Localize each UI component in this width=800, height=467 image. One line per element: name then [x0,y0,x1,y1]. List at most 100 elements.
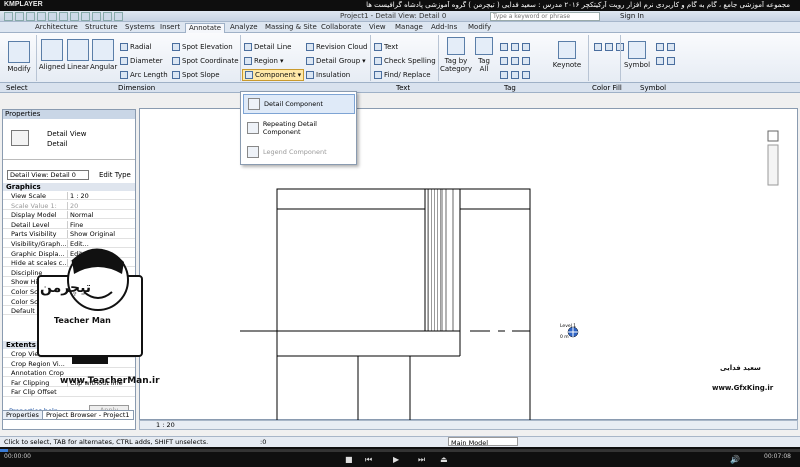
play-icon[interactable]: ▶ [393,455,399,464]
section-icon[interactable] [103,12,112,21]
symbol-button[interactable]: Symbol [622,41,652,69]
property-value[interactable]: 20 [67,201,133,210]
stair-tag-icon[interactable] [511,71,519,79]
property-row[interactable]: Scale Value 1: 20 [3,201,135,210]
radial-button[interactable]: Radial [120,43,152,51]
panel-text[interactable]: Text [396,84,410,92]
property-value[interactable]: Show Original [67,230,133,239]
view-reference-icon[interactable] [522,57,530,65]
check-spelling-button[interactable]: Check Spelling [374,57,436,65]
arc-length-button[interactable]: Arc Length [120,71,168,79]
tab-project-browser[interactable]: Project Browser - Project1 [42,410,134,420]
tab-analyze[interactable]: Analyze [227,23,261,33]
detail-component-item[interactable]: Detail Component [243,94,355,114]
previous-icon[interactable]: ⏮ [365,455,372,465]
tread-number-icon[interactable] [522,71,530,79]
area-reinforcement-icon[interactable] [667,57,675,65]
area-tag-icon[interactable] [522,43,530,51]
model-select[interactable]: Main Model [448,437,518,447]
spot-coordinate-button[interactable]: Spot Coordinate [172,57,239,65]
material-tag-icon[interactable] [511,43,519,51]
tag-all-button[interactable]: Tag All [474,37,494,73]
component-button[interactable]: Component ▾ [242,69,305,81]
property-value[interactable]: Normal [67,211,133,220]
level-value: 0 m [560,334,569,340]
tab-structure[interactable]: Structure [82,23,121,33]
edit-type-button[interactable]: Edit Type [99,171,131,179]
duct-legend-icon[interactable] [605,43,613,51]
save-icon[interactable] [26,12,35,21]
print-icon[interactable] [59,12,68,21]
tab-insert[interactable]: Insert [157,23,183,33]
tab-manage[interactable]: Manage [392,23,426,33]
diameter-button[interactable]: Diameter [120,57,163,65]
time-total: 00:07:08 [764,453,791,460]
panel-tag[interactable]: Tag [504,84,516,92]
tab-collaborate[interactable]: Collaborate [318,23,364,33]
panel-select[interactable]: Select [6,84,28,92]
type-selector[interactable]: Detail View Detail [3,120,135,160]
spot-elevation-button[interactable]: Spot Elevation [172,43,233,51]
angular-dimension-button[interactable]: Angular [90,39,117,71]
multi-category-icon[interactable] [500,43,508,51]
room-tag-icon[interactable] [500,57,508,65]
tab-add-ins[interactable]: Add-Ins [428,23,460,33]
undo-icon[interactable] [37,12,46,21]
spot-slope-button[interactable]: Spot Slope [172,71,220,79]
revision-cloud-button[interactable]: Revision Cloud [306,43,367,51]
seek-bar[interactable] [0,449,800,452]
detail-line-button[interactable]: Detail Line [244,43,291,51]
beam-annotation-icon[interactable] [500,71,508,79]
property-row[interactable]: View Scale 1 : 20 [3,192,135,201]
redo-icon[interactable] [48,12,57,21]
space-tag-icon[interactable] [511,57,519,65]
text-icon [374,43,382,51]
property-value[interactable]: Fine [67,220,133,229]
text-icon[interactable] [81,12,90,21]
crop-region [276,188,531,421]
keynote-button[interactable]: Keynote [552,41,582,69]
document-title: Project1 - Detail View: Detail 0 [340,12,447,20]
find-replace-button[interactable]: Find/ Replace [374,71,431,79]
property-value[interactable]: 1 : 20 [67,192,133,200]
measure-icon[interactable] [70,12,79,21]
3d-view-icon[interactable] [92,12,101,21]
panel-dimension[interactable]: Dimension [118,84,155,92]
search-input[interactable]: Type a keyword or phrase [490,12,600,21]
drawing-canvas[interactable]: Level 1 0 m سعید فدایی www.GfxKing.ir [139,108,798,421]
property-row[interactable]: Parts Visibility Show Original [3,230,135,239]
tab-properties[interactable]: Properties [2,410,43,420]
open-icon[interactable] [15,12,24,21]
span-direction-icon[interactable] [656,43,664,51]
repeating-detail-item[interactable]: Repeating Detail Component [243,118,355,138]
tab-architecture[interactable]: Architecture [32,23,81,33]
modify-button[interactable]: Modify [6,41,32,73]
text-button[interactable]: Text [374,43,398,51]
property-row[interactable]: Detail Level Fine [3,220,135,230]
linear-dimension-button[interactable]: Linear [66,39,90,71]
category-graphics[interactable]: Graphics [3,183,135,191]
instance-filter-select[interactable]: Detail View: Detail 0 [7,170,89,180]
tab-massing-site[interactable]: Massing & Site [262,23,320,33]
beam-symbol-icon[interactable] [667,43,675,51]
view-scale[interactable]: 1 : 20 [156,421,175,430]
aligned-dimension-button[interactable]: Aligned [38,39,66,71]
eject-icon[interactable]: ⏏ [440,455,448,464]
tab-annotate[interactable]: Annotate [185,23,226,33]
tag-by-category-button[interactable]: Tag by Category [440,37,472,73]
thin-lines-icon[interactable] [114,12,123,21]
tab-view[interactable]: View [366,23,389,33]
next-icon[interactable]: ⏭ [418,455,425,465]
sign-in-button[interactable]: Sign In [620,12,644,20]
stair-path-icon[interactable] [656,57,664,65]
property-row[interactable]: Display Model Normal [3,211,135,220]
detail-group-button[interactable]: Detail Group ▾ [306,57,366,65]
stop-icon[interactable]: ■ [345,455,353,464]
region-button[interactable]: Region ▾ [244,57,283,65]
app-menu-icon[interactable] [4,12,13,21]
insulation-button[interactable]: Insulation [306,71,350,79]
volume-icon[interactable]: 🔊 [730,455,740,464]
color-fill-legend-icon[interactable] [594,43,602,51]
tab-systems[interactable]: Systems [122,23,158,33]
tab-modify[interactable]: Modify [465,23,494,33]
